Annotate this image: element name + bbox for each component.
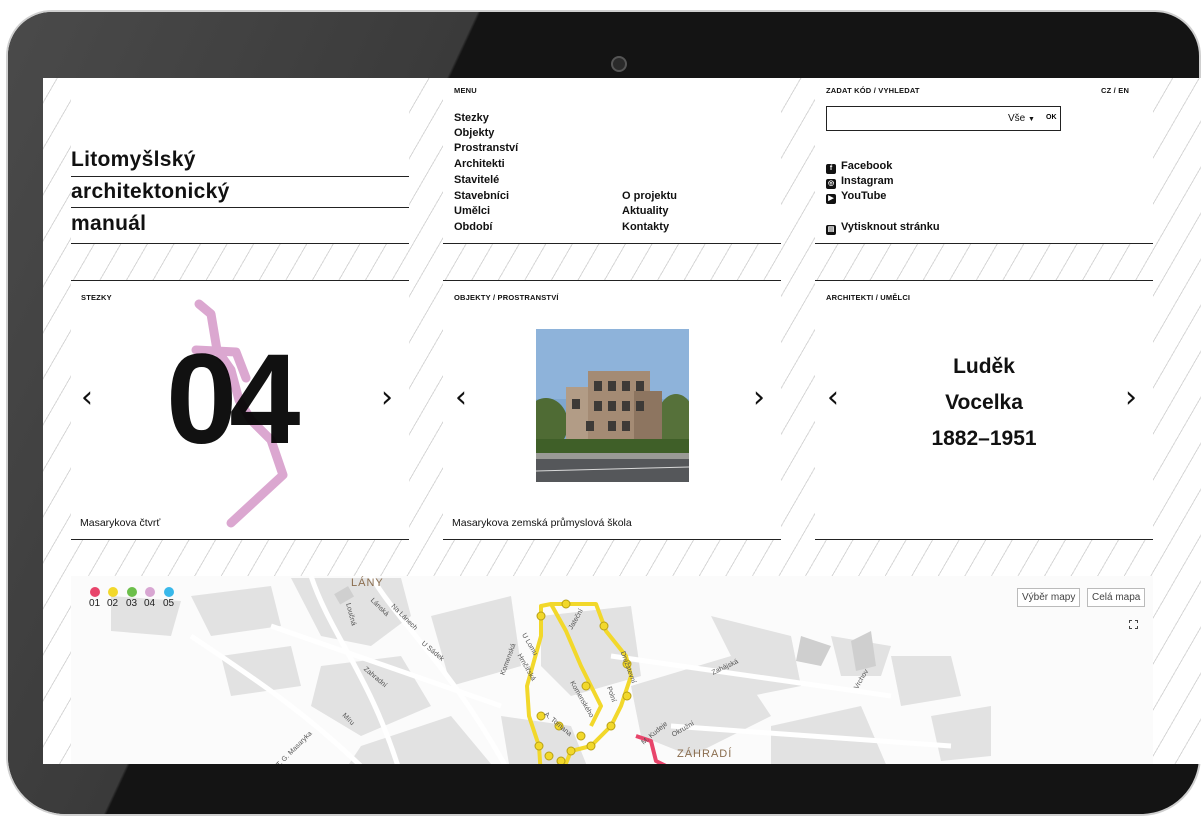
next-arrow-icon[interactable]: ›	[753, 383, 765, 413]
title-line-1[interactable]: Litomyšlský	[71, 148, 408, 172]
menu-item-kontakty[interactable]: Kontakty	[622, 220, 669, 235]
map-section[interactable]: 01 02 03 04 05 LÁNY ZÁHRADÍ Lánská Na Lá…	[71, 576, 1153, 764]
next-arrow-icon[interactable]: ›	[381, 383, 393, 413]
next-arrow-icon[interactable]: ›	[1125, 383, 1137, 413]
title-panel: Litomyšlský architektonický manuál	[71, 78, 409, 244]
full-map-button[interactable]: Celá mapa	[1087, 588, 1146, 607]
menu-item-objekty[interactable]: Objekty	[454, 126, 494, 141]
fullscreen-icon[interactable]	[1129, 620, 1138, 629]
ok-button[interactable]: OK	[1046, 114, 1057, 121]
objects-panel: OBJEKTY / PROSTRANSTVÍ ‹ › Masarykova ze…	[443, 280, 781, 540]
search-panel: ZADAT KÓD / VYHLEDAT CZ / EN Vše ▼ OK fF…	[815, 78, 1153, 244]
legend-label-04: 04	[144, 598, 156, 609]
architect-years[interactable]: 1882–1951	[815, 427, 1153, 451]
menu-panel: MENU Stezky Objekty Prostranství Archite…	[443, 78, 781, 244]
divider	[71, 243, 409, 244]
divider	[443, 280, 781, 281]
caret-down-icon: ▼	[1028, 116, 1035, 123]
map-place-label: ZÁHRADÍ	[677, 748, 733, 760]
legend-label-05: 05	[163, 598, 175, 609]
legend-dot-04[interactable]	[145, 587, 155, 597]
menu-item-aktuality[interactable]: Aktuality	[622, 204, 668, 219]
building-photo[interactable]	[536, 329, 689, 482]
architects-panel: ARCHITEKTI / UMĚLCI Luděk Vocelka 1882–1…	[815, 280, 1153, 540]
divider	[71, 539, 409, 540]
menu-item-architekti[interactable]: Architekti	[454, 157, 505, 172]
search-box: Vše ▼ OK	[826, 106, 1061, 131]
search-heading: ZADAT KÓD / VYHLEDAT	[826, 86, 920, 95]
map-canvas[interactable]	[71, 576, 1153, 764]
menu-item-umelci[interactable]: Umělci	[454, 204, 490, 219]
trails-panel: STEZKY 04 ‹ › Masarykova čtvrť	[71, 280, 409, 540]
trail-caption[interactable]: Masarykova čtvrť	[80, 517, 160, 529]
legend-label-03: 03	[126, 598, 138, 609]
legend-dot-01[interactable]	[90, 587, 100, 597]
filter-dropdown[interactable]: Vše ▼	[1008, 113, 1035, 124]
search-input[interactable]	[831, 112, 1001, 126]
menu-item-stavebnici[interactable]: Stavebníci	[454, 189, 509, 204]
legend-label-02: 02	[107, 598, 119, 609]
prev-arrow-icon[interactable]: ‹	[827, 383, 839, 413]
title-line-3[interactable]: manuál	[71, 212, 408, 236]
legend-dot-02[interactable]	[108, 587, 118, 597]
language-switch[interactable]: CZ / EN	[1101, 86, 1129, 95]
objects-heading: OBJEKTY / PROSTRANSTVÍ	[454, 293, 559, 302]
browser-screen: Litomyšlský architektonický manuál MENU …	[43, 78, 1201, 764]
map-place-label: LÁNY	[351, 577, 384, 589]
facebook-icon: f	[826, 164, 836, 174]
menu-heading: MENU	[454, 86, 477, 95]
printer-icon: ▤	[826, 225, 836, 235]
instagram-label: Instagram	[841, 175, 894, 187]
print-label: Vytisknout stránku	[841, 221, 940, 233]
divider	[815, 280, 1153, 281]
instagram-link[interactable]: ◎ Instagram	[826, 174, 894, 189]
legend-label-01: 01	[89, 598, 101, 609]
youtube-icon: ▶	[826, 194, 836, 204]
legend-dot-05[interactable]	[164, 587, 174, 597]
facebook-label: Facebook	[841, 160, 893, 172]
architect-name-line-2[interactable]: Vocelka	[815, 391, 1153, 415]
menu-item-stavitele[interactable]: Stavitelé	[454, 173, 499, 188]
divider	[71, 176, 409, 177]
menu-item-prostranstvi[interactable]: Prostranství	[454, 141, 518, 156]
object-caption[interactable]: Masarykova zemská průmyslová škola	[452, 517, 632, 529]
architect-name-line-1[interactable]: Luděk	[815, 355, 1153, 379]
camera	[611, 56, 627, 72]
trail-number[interactable]: 04	[166, 335, 300, 465]
filter-label: Vše	[1008, 113, 1026, 124]
title-line-2[interactable]: architektonický	[71, 180, 408, 204]
youtube-link[interactable]: ▶ YouTube	[826, 189, 886, 204]
instagram-icon: ◎	[826, 179, 836, 189]
print-link[interactable]: ▤ Vytisknout stránku	[826, 220, 940, 235]
select-map-button[interactable]: Výběr mapy	[1017, 588, 1081, 607]
legend-dot-03[interactable]	[127, 587, 137, 597]
divider	[815, 539, 1153, 540]
divider	[443, 539, 781, 540]
facebook-link[interactable]: f Facebook	[826, 159, 892, 174]
architects-heading: ARCHITEKTI / UMĚLCI	[826, 293, 911, 302]
prev-arrow-icon[interactable]: ‹	[81, 383, 93, 413]
divider	[815, 243, 1153, 244]
divider	[443, 243, 781, 244]
menu-item-obdobi[interactable]: Období	[454, 220, 493, 235]
menu-item-o-projektu[interactable]: O projektu	[622, 189, 677, 204]
youtube-label: YouTube	[841, 190, 887, 202]
prev-arrow-icon[interactable]: ‹	[455, 383, 467, 413]
menu-item-stezky[interactable]: Stezky	[454, 111, 489, 126]
divider	[71, 207, 409, 208]
